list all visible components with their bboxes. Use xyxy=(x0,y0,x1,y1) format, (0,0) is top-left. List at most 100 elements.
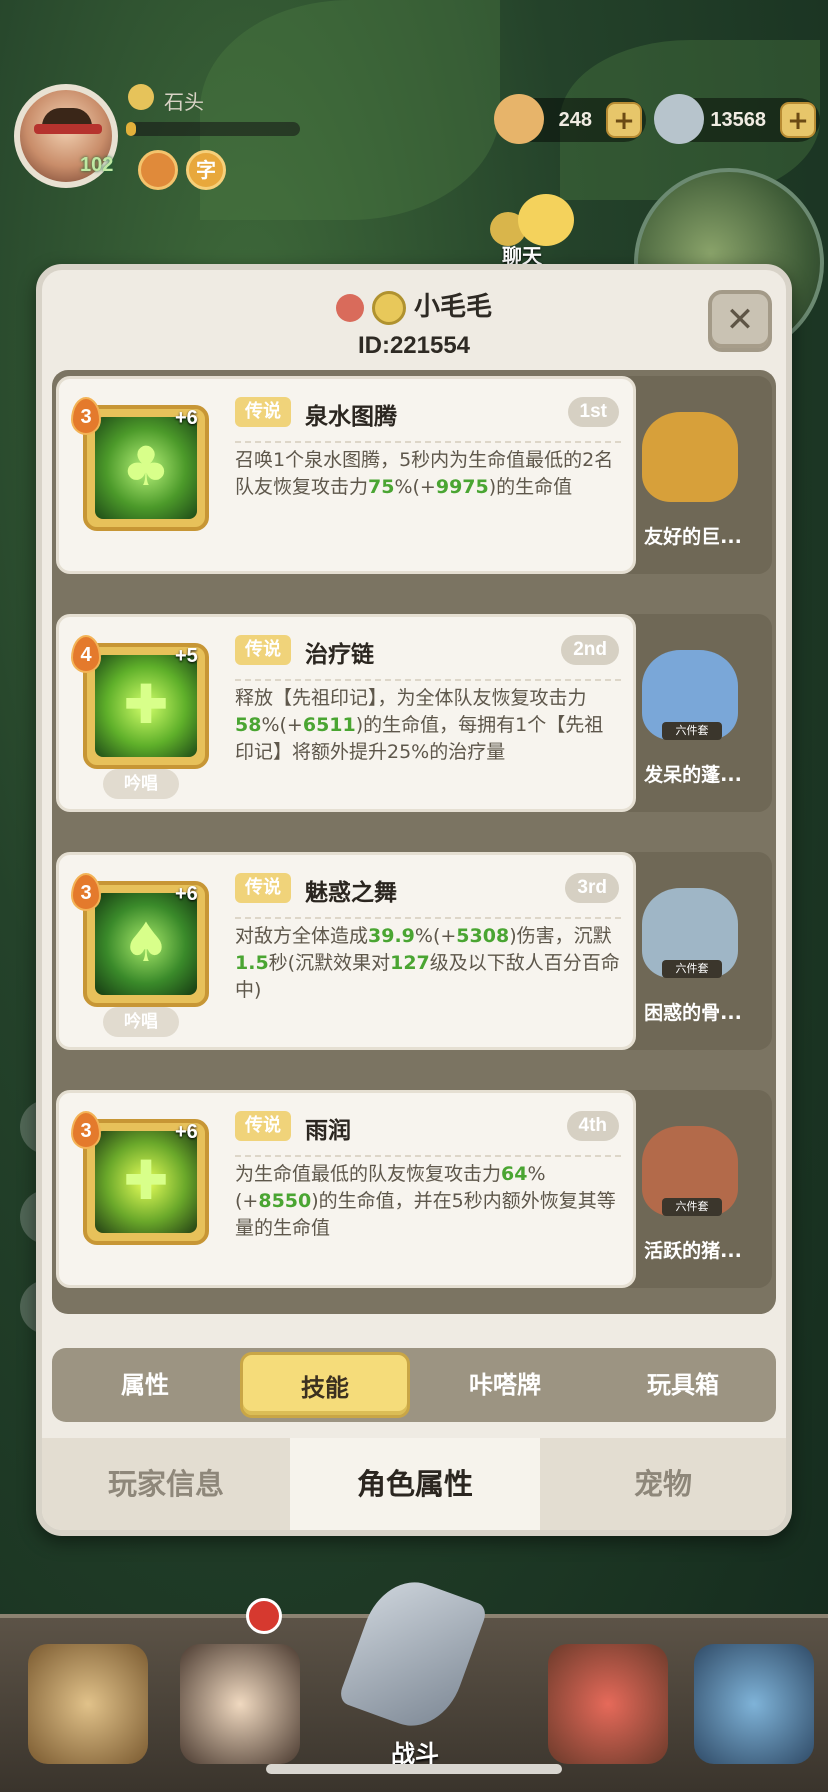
subtab-cards[interactable]: 咔嗒牌 xyxy=(420,1348,590,1422)
player-name: 石头 xyxy=(164,90,204,114)
skill-description-part: %(+ xyxy=(394,476,436,498)
skill-description-part: %(+ xyxy=(414,925,457,947)
toy-card[interactable]: 友好的巨... xyxy=(612,376,772,574)
player-info-modal: 小毛毛 ID:221554 ✕ 友好的巨... ♣ 3 +6 传说 泉水图腾 1st 召唤1个… xyxy=(36,264,792,1536)
toy-set-tag: 六件套 xyxy=(662,1198,722,1216)
skill-description-part: 秒(沉默效果对 xyxy=(268,952,391,974)
skill-rank-tag: 2nd xyxy=(561,635,619,665)
pearl-icon xyxy=(654,94,704,144)
skill-level-badge: 3 xyxy=(71,873,101,911)
skill-description-part: 9975 xyxy=(435,476,489,498)
add-shell-button[interactable]: + xyxy=(606,102,642,138)
skill-description-part: 8550 xyxy=(258,1190,312,1212)
skill-description-part: )伤害，沉默 xyxy=(509,925,612,947)
skill-name: 治疗链 xyxy=(305,642,374,668)
player-emote-icon xyxy=(128,84,154,110)
toy-name: 友好的巨... xyxy=(644,526,742,548)
skill-card[interactable]: ✚ 4 +5 传说 治疗链 2nd 释放【先祖印记】，为全体队友恢复攻击力 58%(+6511… xyxy=(56,614,636,812)
pearl-amount: 13568 xyxy=(710,109,766,131)
key-icon xyxy=(335,293,364,322)
nav-fight[interactable]: 战斗 xyxy=(310,1569,520,1784)
toy-card[interactable]: 六件套活跃的猪... xyxy=(612,1090,772,1288)
shell-icon xyxy=(494,94,544,144)
add-pearl-button[interactable]: + xyxy=(780,102,816,138)
title-badge-icon[interactable] xyxy=(138,150,178,190)
notification-bell-icon xyxy=(246,1598,282,1634)
sword-icon xyxy=(337,1569,489,1739)
toy-name: 困惑的骨... xyxy=(644,1002,742,1024)
pearl-currency: 13568 + xyxy=(654,94,820,144)
close-button[interactable]: ✕ xyxy=(708,290,772,352)
skill-description: 释放【先祖印记】，为全体队友恢复攻击力58%(+6511)的生命值，每拥有1个【… xyxy=(235,679,621,766)
toy-name: 发呆的蓬... xyxy=(644,764,742,786)
home-indicator xyxy=(266,1764,562,1774)
skill-description: 为生命值最低的队友恢复攻击力64%(+8550)的生命值，并在5秒内额外恢复其等… xyxy=(235,1155,621,1242)
shell-amount: 248 xyxy=(558,109,592,131)
skill-glyph-icon: ♣ xyxy=(121,435,171,498)
skill-name: 雨润 xyxy=(305,1118,351,1144)
main-tab-bar: 玩家信息 角色属性 宠物 xyxy=(42,1438,786,1530)
nav-pet-icon[interactable] xyxy=(548,1644,668,1764)
skill-icon: ✚ xyxy=(95,655,197,757)
skill-plus-level: +6 xyxy=(175,407,198,429)
subtab-toybox[interactable]: 玩具箱 xyxy=(598,1348,768,1422)
skills-panel: 友好的巨... ♣ 3 +6 传说 泉水图腾 1st 召唤1个泉水图腾，5秒内为生命值最低的2… xyxy=(52,370,776,1314)
skill-glyph-icon: ✚ xyxy=(123,1149,169,1212)
skill-icon: ♣ xyxy=(95,417,197,519)
skill-rank-tag: 3rd xyxy=(565,873,619,903)
skill-chant-tag: 吟唱 xyxy=(103,1007,179,1037)
skill-icon: ♠ xyxy=(95,893,197,995)
skill-rank-tag: 4th xyxy=(566,1111,619,1141)
toy-set-tag: 六件套 xyxy=(662,722,722,740)
player-level: 102 xyxy=(80,154,114,176)
skill-plus-level: +6 xyxy=(175,883,198,905)
skill-description-part: 127 xyxy=(390,952,430,974)
skill-plus-level: +5 xyxy=(175,645,198,667)
skill-card[interactable]: ♣ 3 +6 传说 泉水图腾 1st 召唤1个泉水图腾，5秒内为生命值最低的2名队友恢复攻击… xyxy=(56,376,636,574)
skill-description-part: 5308 xyxy=(456,925,510,947)
chat-emote-icon[interactable] xyxy=(518,194,574,246)
xp-bar xyxy=(126,122,300,136)
owner-row: 小毛毛 xyxy=(42,286,786,325)
skill-description-part: %(+ xyxy=(261,714,303,736)
subtab-attributes[interactable]: 属性 xyxy=(60,1348,230,1422)
skill-description-part: 为生命值最低的队友恢复攻击力 xyxy=(235,1163,502,1185)
skill-description-part: 64 xyxy=(501,1163,528,1185)
skill-plus-level: +6 xyxy=(175,1121,198,1143)
background-foliage xyxy=(200,0,500,220)
skill-description-part: 39.9 xyxy=(368,925,415,947)
subtab-bar: 属性 技能 咔嗒牌 玩具箱 xyxy=(52,1348,776,1422)
tab-character-attributes[interactable]: 角色属性 xyxy=(290,1438,540,1530)
tab-player-info[interactable]: 玩家信息 xyxy=(42,1438,290,1530)
skill-card[interactable]: ✚ 3 +6 传说 雨润 4th 为生命值最低的队友恢复攻击力64%(+8550)的生命值，… xyxy=(56,1090,636,1288)
skill-rarity-tag: 传说 xyxy=(235,873,291,903)
skill-description-part: 释放【先祖印记】，为全体队友恢复攻击力 xyxy=(235,687,587,709)
toy-card[interactable]: 六件套困惑的骨... xyxy=(612,852,772,1050)
nav-shop-icon[interactable] xyxy=(694,1644,814,1764)
skill-glyph-icon: ✚ xyxy=(123,673,169,736)
skill-rank-tag: 1st xyxy=(567,397,619,427)
nav-social-icon[interactable] xyxy=(180,1644,300,1764)
skill-description-part: 1.5 xyxy=(235,952,269,974)
skill-description-part: 6511 xyxy=(302,714,356,736)
nav-character-icon[interactable] xyxy=(28,1644,148,1764)
owner-emote-icon xyxy=(371,290,406,325)
toy-set-tag: 六件套 xyxy=(662,960,722,978)
skill-card[interactable]: ♠ 3 +6 传说 魅惑之舞 3rd 对敌方全体造成39.9%(+5308)伤害，沉默 1.5… xyxy=(56,852,636,1050)
skill-description: 对敌方全体造成39.9%(+5308)伤害，沉默1.5秒(沉默效果对127级及以… xyxy=(235,917,621,1004)
owner-id: ID:221554 xyxy=(357,332,471,359)
skill-description-part: )的生命值 xyxy=(488,476,573,498)
skill-rarity-tag: 传说 xyxy=(235,1111,291,1141)
toy-name: 活跃的猪... xyxy=(644,1240,742,1262)
skill-level-badge: 3 xyxy=(71,1111,101,1149)
skill-rarity-tag: 传说 xyxy=(235,635,291,665)
skill-level-badge: 3 xyxy=(71,397,101,435)
tab-pets[interactable]: 宠物 xyxy=(540,1438,786,1530)
skill-level-badge: 4 xyxy=(71,635,101,673)
name-badge-icon[interactable]: 字 xyxy=(186,150,226,190)
skill-description-part: 对敌方全体造成 xyxy=(235,925,369,947)
toy-card[interactable]: 六件套发呆的蓬... xyxy=(612,614,772,812)
xp-bar-fill xyxy=(126,122,137,136)
skill-icon: ✚ xyxy=(95,1131,197,1233)
subtab-skills[interactable]: 技能 xyxy=(240,1352,410,1418)
